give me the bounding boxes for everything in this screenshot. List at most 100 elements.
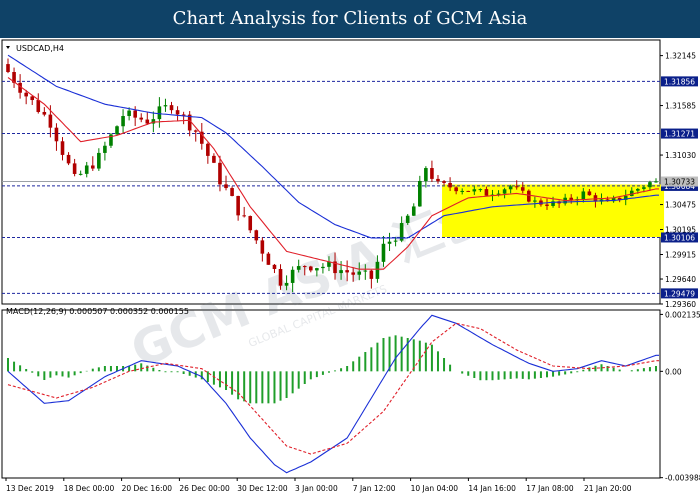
- candle-body: [139, 117, 144, 120]
- candle: [72, 158, 77, 177]
- candle-body: [84, 165, 89, 174]
- candle-body: [272, 264, 277, 270]
- candle-body: [502, 189, 507, 194]
- candle-body: [375, 261, 380, 279]
- candle: [430, 160, 434, 182]
- candle-body: [127, 110, 131, 117]
- price-y-tick-label: 1.30475: [665, 201, 696, 210]
- level-price-tag-label: 1.31271: [664, 130, 695, 139]
- current-price-tag: 1.30733: [661, 176, 698, 187]
- candle: [181, 111, 186, 125]
- candle-body: [6, 64, 10, 73]
- x-tick-label: 13 Dec 2019: [6, 484, 54, 493]
- candle-body: [175, 110, 180, 115]
- price-y-tick-label: 1.31585: [665, 102, 696, 111]
- candle-body: [36, 100, 41, 112]
- candle-body: [78, 173, 83, 175]
- candle: [163, 98, 168, 112]
- candle-body: [533, 200, 537, 202]
- macd-pane-frame: [1, 309, 661, 479]
- x-tick-label: 26 Dec 00:00: [179, 484, 230, 493]
- candle-body: [387, 241, 392, 244]
- candle-body: [411, 206, 416, 216]
- x-tick-label: 21 Jan 20:00: [584, 484, 632, 493]
- price-chart-title: USDCAD,H4: [16, 44, 64, 53]
- dropdown-triangle-icon: [6, 46, 10, 49]
- level-price-tag: 1.31271: [661, 128, 698, 139]
- candle: [103, 141, 107, 161]
- candle-body: [581, 191, 586, 200]
- candle-body: [133, 110, 137, 118]
- candle: [436, 175, 440, 184]
- candle: [248, 215, 253, 234]
- candle-body: [66, 154, 71, 164]
- candle-body: [363, 270, 368, 272]
- candle-body: [539, 200, 543, 205]
- candle: [224, 175, 228, 191]
- ma-fast-line: [7, 77, 659, 270]
- candle-body: [42, 111, 47, 115]
- candle: [193, 129, 198, 142]
- watermark-brand: GCM ASIA 汇创: [124, 185, 496, 379]
- candle-body: [236, 195, 240, 216]
- candle-body: [302, 266, 307, 268]
- candle: [97, 148, 101, 171]
- candle-body: [90, 165, 95, 169]
- candle: [12, 67, 16, 88]
- candle: [442, 180, 446, 186]
- x-tick-label: 18 Dec 00:00: [64, 484, 115, 493]
- candle-body: [278, 269, 283, 286]
- candle-body: [103, 145, 107, 153]
- candle-body: [24, 92, 28, 97]
- candle: [230, 186, 234, 197]
- candle-body: [393, 240, 398, 242]
- candle: [187, 111, 192, 137]
- candle: [42, 107, 47, 117]
- candle-body: [163, 105, 168, 107]
- candle: [36, 93, 41, 114]
- candle-body: [520, 187, 525, 191]
- candle-body: [260, 240, 265, 254]
- candle-body: [72, 163, 77, 174]
- candle: [60, 137, 65, 161]
- candle: [66, 152, 71, 166]
- candle-body: [248, 216, 253, 231]
- candle-body: [121, 116, 125, 127]
- candle: [654, 178, 658, 183]
- candle-body: [357, 271, 362, 275]
- candle-body: [648, 182, 652, 188]
- x-tick-label: 3 Jan 00:00: [295, 484, 338, 493]
- candle-body: [478, 189, 483, 191]
- x-tick-label: 20 Dec 16:00: [122, 484, 173, 493]
- candle-body: [60, 141, 65, 155]
- candle: [424, 166, 428, 188]
- candle-body: [296, 266, 301, 270]
- candle: [121, 109, 125, 133]
- candle-body: [206, 143, 210, 156]
- candle: [206, 142, 210, 164]
- macd-main-line: [7, 314, 659, 474]
- candle: [242, 206, 246, 218]
- candle: [139, 113, 144, 123]
- candle-body: [169, 105, 174, 111]
- candle-body: [315, 268, 319, 271]
- candle-body: [30, 96, 35, 101]
- candle-body: [436, 178, 440, 182]
- x-tick-label: 30 Dec 12:00: [237, 484, 288, 493]
- candle: [84, 161, 89, 178]
- price-y-tick-label: 1.29640: [665, 275, 696, 284]
- macd-y-tick-label: 0.00: [665, 367, 682, 376]
- candle: [90, 156, 95, 171]
- candle-body: [218, 162, 222, 185]
- candle-body: [466, 190, 471, 192]
- candle-body: [430, 168, 434, 179]
- level-price-tag-label: 1.31856: [664, 77, 695, 86]
- candle: [157, 97, 162, 128]
- candle: [54, 123, 59, 151]
- x-tick-label: 14 Jan 16:00: [468, 484, 516, 493]
- x-tick-label: 7 Jan 12:00: [353, 484, 396, 493]
- candle-body: [115, 126, 119, 135]
- macd-y-tick-label: -0.003988: [665, 474, 700, 483]
- candle-body: [48, 114, 53, 128]
- candle-body: [193, 130, 198, 132]
